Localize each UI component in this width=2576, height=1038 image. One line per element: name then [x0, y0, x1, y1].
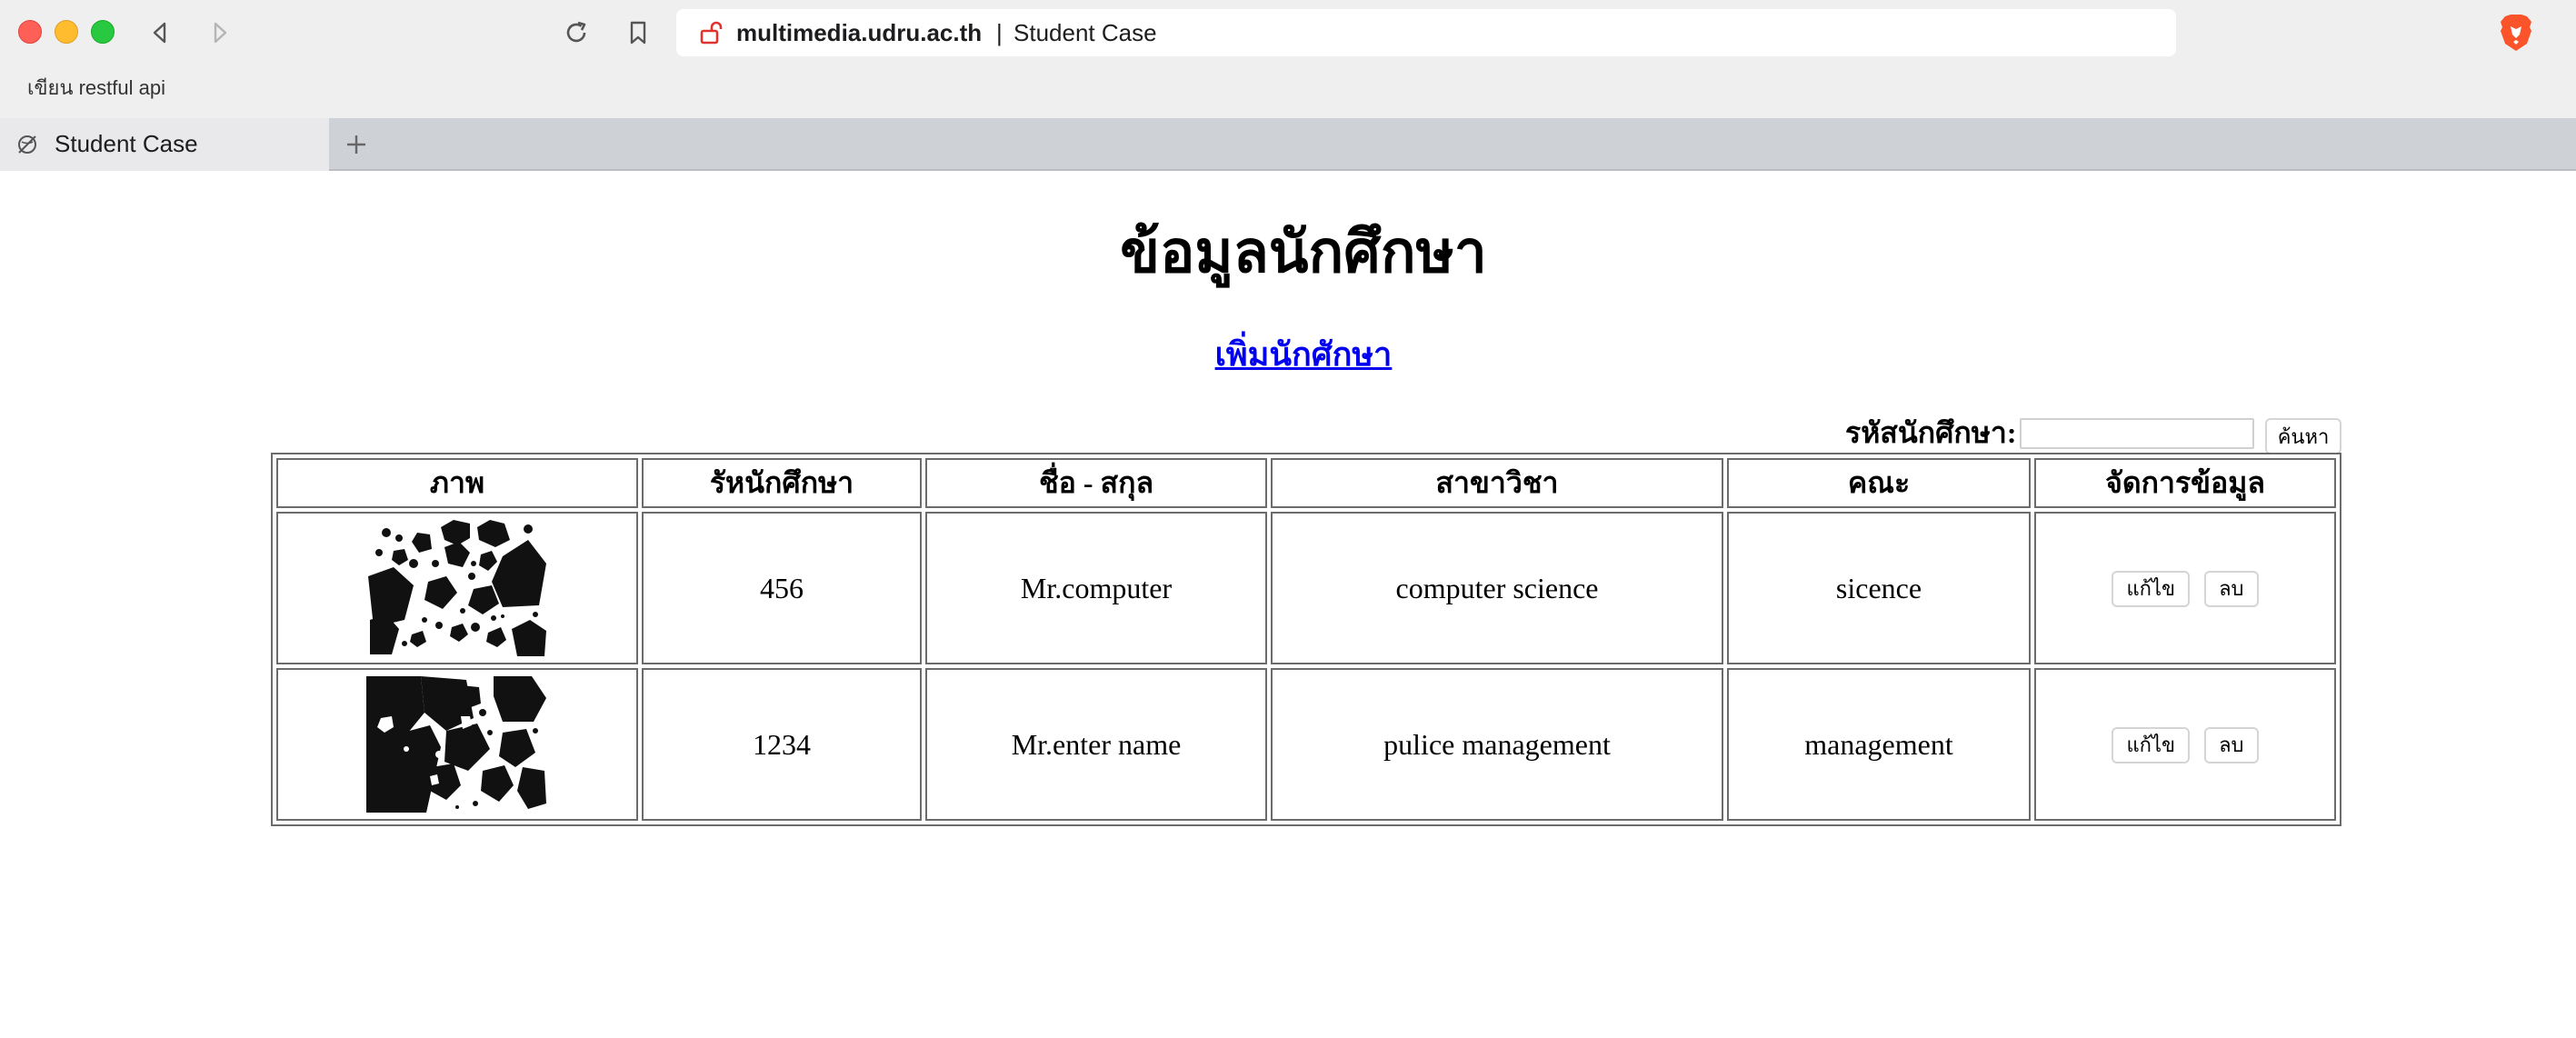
globe-icon: [16, 134, 38, 160]
table-row: 456 Mr.computer computer science sicence…: [276, 512, 2336, 664]
delete-button[interactable]: ลบ: [2204, 726, 2259, 764]
student-photo: [366, 676, 546, 813]
photo-cell: [276, 512, 638, 664]
maximize-window-button[interactable]: [91, 20, 115, 44]
bookmarks-bar: เขียน restful api: [0, 65, 2576, 118]
tab-strip: Student Case: [0, 118, 2576, 171]
insecure-lock-icon[interactable]: [698, 20, 724, 50]
browser-chrome: multimedia.udru.ac.th | Student Case เขี…: [0, 0, 2576, 171]
url-host: multimedia.udru.ac.th: [736, 19, 983, 46]
table-row: 1234 Mr.enter name pulice management man…: [276, 668, 2336, 821]
photo-cell: [276, 668, 638, 821]
actions-cell: แก้ไข ลบ: [2034, 512, 2336, 664]
edit-button[interactable]: แก้ไข: [2112, 726, 2191, 764]
major-cell: computer science: [1271, 512, 1723, 664]
student-photo: [368, 520, 546, 656]
url-page-title: Student Case: [1013, 19, 1157, 46]
full-name-cell: Mr.enter name: [925, 668, 1267, 821]
reload-icon[interactable]: [558, 15, 594, 51]
header-student-id: รัหนักศึกษา: [642, 458, 922, 508]
actions-cell: แก้ไข ลบ: [2034, 668, 2336, 821]
header-photo: ภาพ: [276, 458, 638, 508]
search-label: รหัสนักศึกษา:: [1845, 416, 2017, 449]
header-faculty: คณะ: [1727, 458, 2031, 508]
bookmark-item[interactable]: เขียน restful api: [27, 65, 165, 111]
browser-toolbar: multimedia.udru.ac.th | Student Case: [0, 0, 2576, 65]
tab-title: Student Case: [55, 130, 198, 157]
add-student-link-wrapper: เพิ่มนักศักษา: [0, 331, 2576, 378]
faculty-cell: sicence: [1727, 512, 2031, 664]
url-separator: |: [996, 19, 1003, 46]
close-window-button[interactable]: [18, 20, 42, 44]
student-id-cell: 456: [642, 512, 922, 664]
full-name-cell: Mr.computer: [925, 512, 1267, 664]
brave-lion-icon[interactable]: [2498, 15, 2534, 51]
bookmark-icon[interactable]: [620, 15, 656, 51]
header-manage: จัดการข้อมูล: [2034, 458, 2336, 508]
forward-icon[interactable]: [202, 15, 238, 51]
back-icon[interactable]: [142, 15, 178, 51]
student-id-search-input[interactable]: [2020, 418, 2254, 449]
add-student-link[interactable]: เพิ่มนักศักษา: [1215, 336, 1393, 373]
search-button[interactable]: ค้นหา: [2265, 418, 2341, 454]
major-cell: pulice management: [1271, 668, 1723, 821]
header-full-name: ชื่อ - สกุล: [925, 458, 1267, 508]
delete-button[interactable]: ลบ: [2204, 570, 2259, 607]
edit-button[interactable]: แก้ไข: [2112, 570, 2191, 607]
table-header-row: ภาพ รัหนักศึกษา ชื่อ - สกุล สาขาวิชา คณะ…: [276, 458, 2336, 508]
student-id-cell: 1234: [642, 668, 922, 821]
address-bar[interactable]: multimedia.udru.ac.th | Student Case: [676, 9, 2176, 56]
page-title: ข้อมูลนักศึกษา: [1120, 220, 1487, 284]
faculty-cell: management: [1727, 668, 2031, 821]
minimize-window-button[interactable]: [55, 20, 78, 44]
tab-student-case[interactable]: Student Case: [0, 118, 329, 171]
page-content: ข้อมูลนักศึกษา เพิ่มนักศักษา รหัสนักศึกษ…: [0, 171, 2576, 1038]
header-major: สาขาวิชา: [1271, 458, 1723, 508]
new-tab-plus-icon[interactable]: [338, 126, 374, 163]
student-table: ภาพ รัหนักศึกษา ชื่อ - สกุล สาขาวิชา คณะ…: [271, 453, 2341, 826]
